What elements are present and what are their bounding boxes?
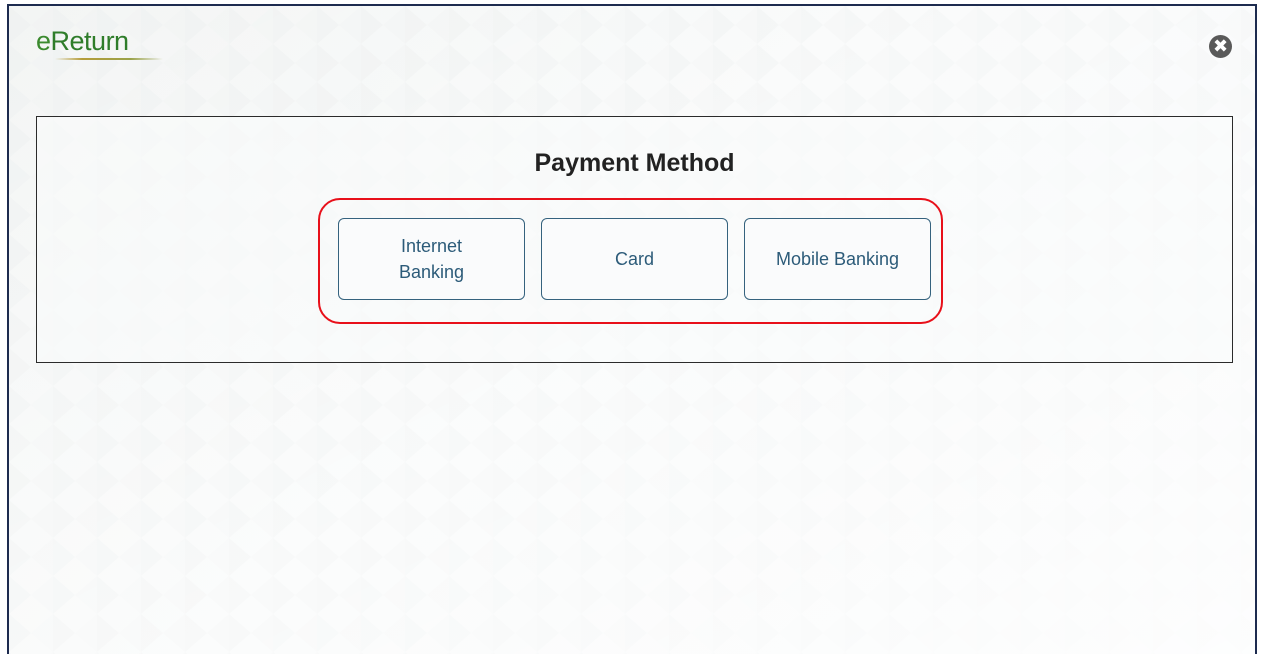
ereturn-logo: eReturn: [36, 24, 129, 58]
panel-title: Payment Method: [534, 149, 735, 177]
mobile-banking-label: Mobile Banking: [775, 249, 900, 269]
close-button[interactable]: ✖: [1209, 35, 1232, 58]
card-label: Card: [614, 249, 654, 269]
logo-underline: [55, 58, 163, 60]
payment-method-panel: Payment Method Internet Banking Card Mob…: [36, 116, 1233, 363]
logo-prefix: e: [36, 26, 51, 56]
card-button[interactable]: Card: [541, 218, 728, 300]
internet-banking-button[interactable]: Internet Banking: [338, 218, 525, 300]
close-icon: ✖: [1212, 36, 1229, 56]
dialog-window: eReturn ✖ Payment Method Internet Bankin…: [7, 4, 1257, 654]
logo-wordmark: Return: [50, 26, 130, 56]
internet-banking-label: Internet Banking: [398, 236, 465, 282]
mobile-banking-button[interactable]: Mobile Banking: [744, 218, 931, 300]
